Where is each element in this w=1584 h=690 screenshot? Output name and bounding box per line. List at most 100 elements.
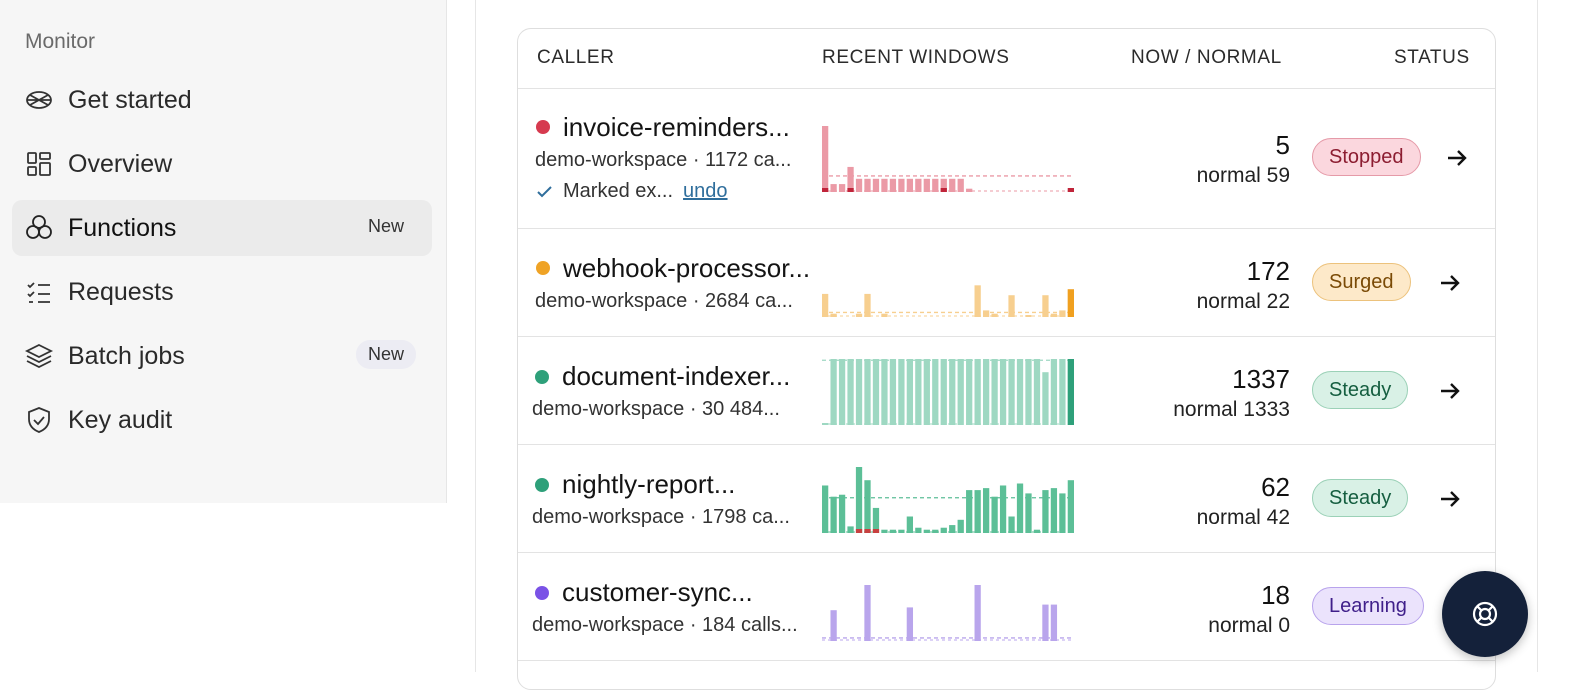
sparkline-bar	[822, 293, 829, 317]
status-badge: Surged	[1312, 263, 1411, 301]
sparkline-bar	[915, 359, 922, 425]
sparkline-bar	[923, 359, 930, 425]
sparkline-bar	[1059, 493, 1066, 533]
checklist-icon	[24, 277, 54, 307]
sparkline-bar	[999, 359, 1007, 425]
sparkline-bar	[1050, 359, 1058, 425]
sparkline-alert-bar	[855, 529, 863, 533]
status-dot	[535, 478, 549, 492]
sidebar-item-functions[interactable]: Functions New	[12, 200, 432, 256]
caller-name[interactable]: webhook-processor...	[563, 253, 810, 284]
sparkline-alert-bar	[1067, 359, 1074, 425]
sparkline-bar	[1025, 315, 1032, 317]
sparkline-bar	[974, 490, 981, 533]
sparkline-bar	[898, 529, 905, 533]
sparkline-bar	[957, 178, 964, 192]
sparkline-bar	[974, 285, 981, 317]
sparkline-bar	[830, 496, 837, 533]
sparkline-bar	[1033, 529, 1041, 533]
arrow-right-icon[interactable]	[1437, 378, 1463, 404]
table-row[interactable]: webhook-processor... demo-workspace · 26…	[518, 229, 1495, 337]
sparkline-bar	[1050, 604, 1058, 641]
now-value: 18	[1261, 580, 1290, 610]
sparkline-bar	[1067, 480, 1074, 533]
sparkline-bar	[864, 178, 871, 192]
sparkline-bar	[822, 485, 829, 533]
sparkline-bar	[940, 527, 947, 533]
sparkline-bar	[881, 313, 888, 317]
sparkline-bar	[906, 359, 914, 425]
caller-name[interactable]: nightly-report...	[562, 469, 735, 500]
now-value: 1337	[1232, 364, 1290, 394]
help-button[interactable]	[1442, 571, 1528, 657]
sparkline-bar	[830, 610, 837, 641]
sparkline-bar	[915, 527, 922, 533]
recent-windows-sparkline	[822, 359, 1074, 425]
arrow-right-icon[interactable]	[1437, 486, 1463, 512]
sparkline-bar	[822, 423, 829, 425]
caller-subtitle: demo-workspace · 184 calls...	[532, 614, 798, 636]
sparkline-bar	[855, 313, 863, 317]
sidebar-item-get-started[interactable]: Get started	[12, 72, 432, 128]
recent-windows-sparkline	[822, 126, 1074, 192]
sparkline-bar	[982, 359, 990, 425]
sparkline-bar	[923, 178, 930, 192]
sparkline-bar	[830, 313, 837, 317]
sparkline-bar	[872, 178, 880, 192]
sparkline-bar	[999, 485, 1007, 533]
layers-icon	[24, 341, 54, 371]
callers-table: CALLER RECENT WINDOWS NOW / NORMAL STATU…	[517, 28, 1496, 690]
recent-windows-sparkline	[822, 285, 1074, 317]
sparkline-bar	[957, 359, 964, 425]
sidebar-item-batch-jobs[interactable]: Batch jobs New	[12, 328, 432, 384]
sidebar-item-overview[interactable]: Overview	[12, 136, 432, 192]
status-badge: Steady	[1312, 371, 1409, 409]
status-badge: Learning	[1312, 587, 1424, 625]
sparkline-alert-bar	[940, 188, 947, 192]
sparkline-bar	[1025, 359, 1032, 425]
sidebar: Monitor Get started Overview Functions N…	[0, 0, 447, 503]
table-row[interactable]: nightly-report... demo-workspace · 1798 …	[518, 445, 1495, 553]
sparkline-bar	[932, 359, 939, 425]
caller-name[interactable]: invoice-reminders...	[563, 112, 790, 143]
status-badge: Stopped	[1312, 138, 1421, 176]
now-value: 172	[1246, 256, 1290, 286]
shield-check-icon	[24, 405, 54, 435]
sparkline-bar	[830, 184, 837, 192]
sparkline-bar	[1016, 483, 1024, 533]
column-header-now-normal: NOW / NORMAL	[1131, 47, 1282, 68]
table-row[interactable]: document-indexer... demo-workspace · 30 …	[518, 337, 1495, 445]
recent-windows-sparkline	[822, 585, 1074, 641]
sparkline-bar	[864, 585, 871, 641]
caller-subtitle: demo-workspace · 2684 ca...	[535, 290, 793, 312]
table-row[interactable]: invoice-reminders... demo-workspace · 11…	[518, 88, 1495, 229]
sparkline-bar	[1042, 604, 1049, 641]
sparkline-bar	[982, 488, 990, 533]
arrow-right-icon[interactable]	[1437, 270, 1463, 296]
sparkline-bar	[940, 359, 947, 425]
table-row[interactable]: customer-sync... demo-workspace · 184 ca…	[518, 553, 1495, 661]
sparkline-bar	[966, 359, 973, 425]
sparkline-bar	[1042, 372, 1049, 425]
normal-value: normal 42	[1196, 506, 1290, 529]
sparkline-bar	[889, 529, 897, 533]
sparkline-alert-bar	[1067, 188, 1074, 192]
sidebar-item-requests[interactable]: Requests	[12, 264, 432, 320]
sparkline-bar	[949, 359, 956, 425]
normal-value: normal 59	[1196, 164, 1290, 187]
sparkline-bar	[881, 178, 888, 192]
sparkline-bar	[1016, 359, 1024, 425]
undo-link[interactable]: undo	[683, 180, 728, 203]
sidebar-item-key-audit[interactable]: Key audit	[12, 392, 432, 448]
arrow-right-icon[interactable]	[1444, 145, 1470, 171]
sparkline-bar	[1050, 488, 1058, 533]
sparkline-bar	[847, 359, 854, 425]
normal-value: normal 1333	[1173, 398, 1290, 421]
caller-name[interactable]: customer-sync...	[562, 577, 753, 608]
sparkline-bar	[966, 490, 973, 533]
caller-name[interactable]: document-indexer...	[562, 361, 790, 392]
column-header-recent-windows: RECENT WINDOWS	[822, 47, 1010, 68]
sparkline-bar	[889, 359, 897, 425]
sparkline-bar	[872, 359, 880, 425]
sparkline-bar	[974, 585, 981, 641]
